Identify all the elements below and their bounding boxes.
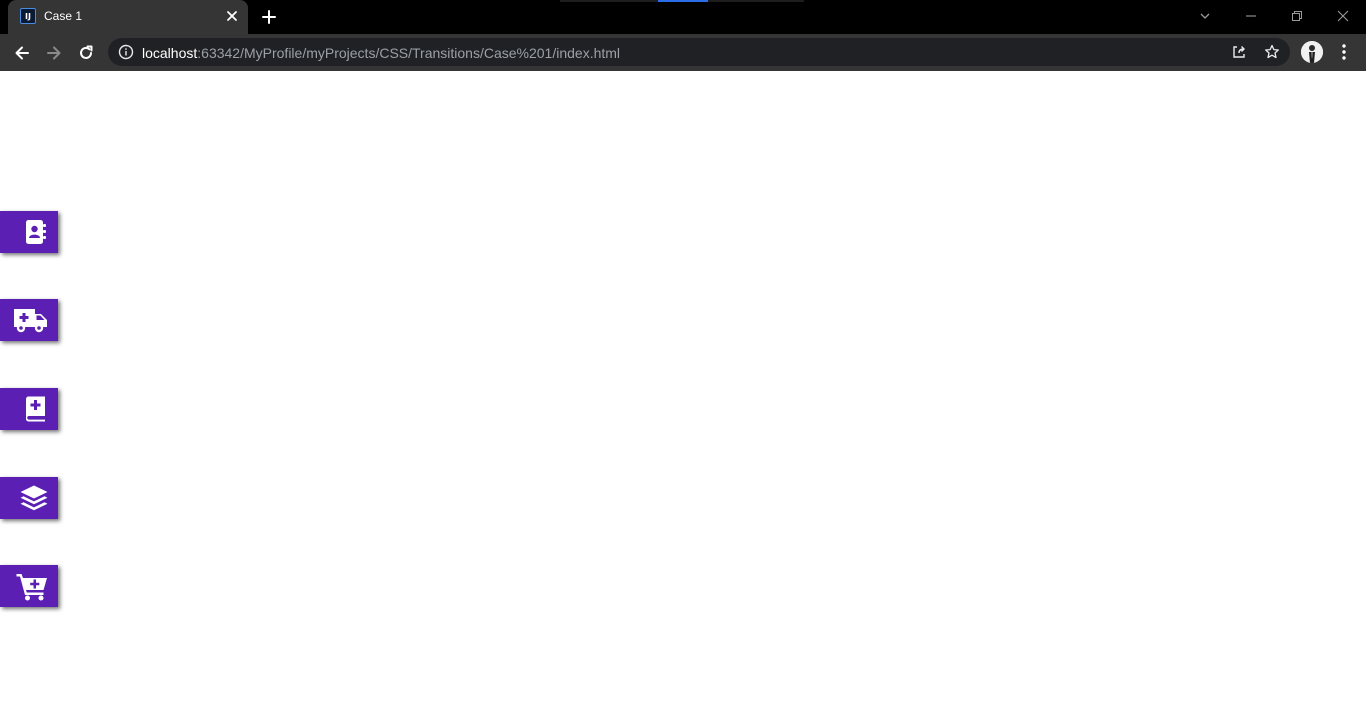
url-host: localhost (142, 45, 198, 61)
cart-plus-button[interactable] (0, 565, 58, 607)
new-tab-button[interactable] (258, 6, 280, 28)
window-close-icon[interactable] (1332, 6, 1354, 26)
forward-arrow-icon[interactable] (41, 40, 67, 66)
tab-case-1[interactable]: IJ Case 1 (8, 0, 248, 34)
more-menu-icon[interactable] (1334, 40, 1354, 64)
reload-icon[interactable] (73, 40, 99, 66)
profile-avatar[interactable] (1301, 41, 1323, 63)
cart-plus-icon (16, 574, 47, 601)
url-text: localhost:63342/MyProfile/myProjects/CSS… (142, 45, 620, 61)
minimize-icon[interactable] (1240, 6, 1262, 26)
share-icon[interactable] (1230, 43, 1248, 61)
browser-tab-strip: IJ Case 1 (0, 0, 1366, 34)
ambulance-button[interactable] (0, 299, 58, 341)
tab-search-chevron-icon[interactable] (1194, 6, 1216, 26)
bookmark-star-icon[interactable] (1263, 43, 1281, 61)
url-path: :63342/MyProfile/myProjects/CSS/Transiti… (197, 45, 621, 61)
layers-button[interactable] (0, 477, 58, 519)
page-viewport (0, 71, 1366, 728)
address-book-icon (26, 220, 46, 244)
ambulance-icon (14, 309, 47, 333)
tab-title: Case 1 (44, 9, 83, 23)
address-bar[interactable]: localhost:63342/MyProfile/myProjects/CSS… (108, 38, 1290, 66)
tab-favicon-icon: IJ (20, 8, 36, 24)
site-info-icon[interactable] (118, 44, 134, 60)
medical-book-icon (26, 396, 45, 422)
layers-icon (20, 485, 48, 511)
tab-strip-indicator-active (658, 0, 708, 2)
address-book-button[interactable] (0, 211, 58, 253)
browser-toolbar: localhost:63342/MyProfile/myProjects/CSS… (0, 34, 1366, 71)
medical-book-button[interactable] (0, 388, 58, 430)
tab-close-icon[interactable] (224, 8, 240, 24)
back-arrow-icon[interactable] (9, 40, 35, 66)
restore-icon[interactable] (1286, 6, 1308, 26)
